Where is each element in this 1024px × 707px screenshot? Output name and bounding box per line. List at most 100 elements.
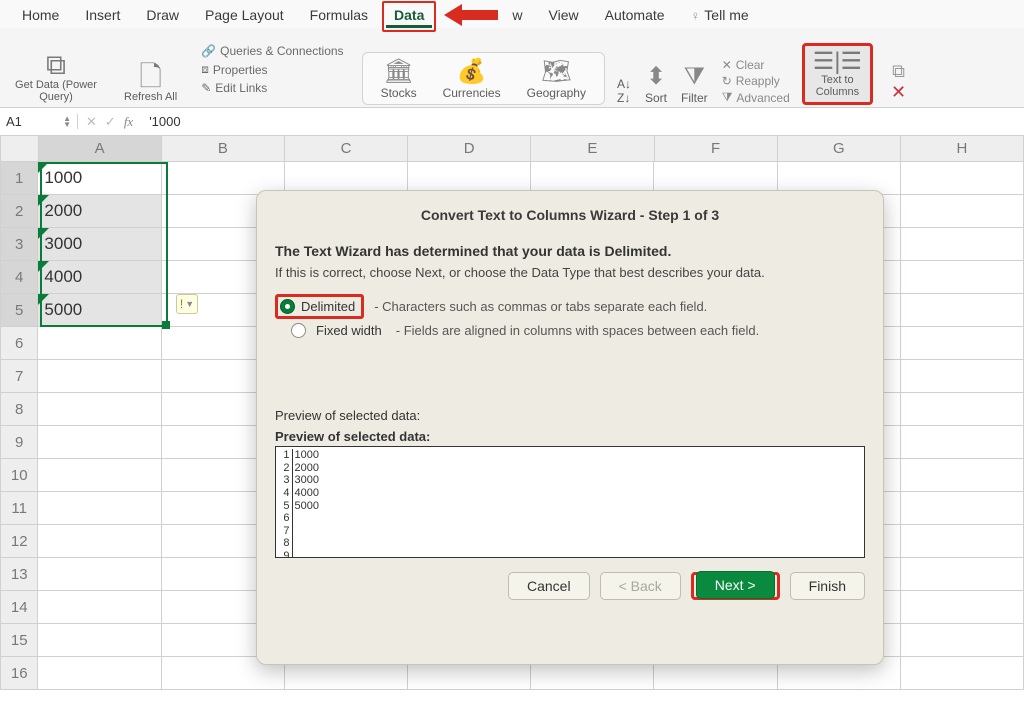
group-data-tools-extra[interactable]: ⧉ ✕: [885, 34, 912, 105]
col-head-F[interactable]: F: [655, 136, 778, 162]
tab-draw[interactable]: Draw: [134, 3, 191, 30]
next-button[interactable]: Next >: [696, 571, 775, 599]
row-head[interactable]: 15: [0, 624, 38, 657]
tab-page-layout[interactable]: Page Layout: [193, 3, 296, 30]
row-head[interactable]: 9: [0, 426, 38, 459]
queries-connections-button[interactable]: 🔗Queries & Connections: [201, 44, 343, 58]
row-head[interactable]: 14: [0, 591, 38, 624]
group-get-data[interactable]: ⧉ Get Data (Power Query): [6, 34, 106, 105]
cell[interactable]: [901, 228, 1024, 261]
cell[interactable]: [38, 360, 161, 393]
group-refresh-all[interactable]: 🗋 Refresh All: [118, 34, 183, 105]
col-head-E[interactable]: E: [531, 136, 654, 162]
cancel-formula-icon[interactable]: ✕: [86, 114, 97, 130]
row-head[interactable]: 13: [0, 558, 38, 591]
col-head-G[interactable]: G: [778, 136, 901, 162]
cell[interactable]: [901, 261, 1024, 294]
cell[interactable]: [901, 657, 1024, 690]
tab-formulas[interactable]: Formulas: [298, 3, 380, 30]
tab-insert[interactable]: Insert: [73, 3, 132, 30]
cell[interactable]: [38, 327, 161, 360]
row-head[interactable]: 16: [0, 657, 38, 690]
filter-button[interactable]: ⧩Filter: [681, 63, 708, 105]
cell[interactable]: [38, 492, 161, 525]
cell[interactable]: [901, 393, 1024, 426]
accept-formula-icon[interactable]: ✓: [105, 114, 116, 130]
row-head[interactable]: 12: [0, 525, 38, 558]
text-to-columns-button[interactable]: ☰|☰ Text to Columns: [809, 48, 866, 100]
radio-delimited-row[interactable]: Delimited - Characters such as commas or…: [275, 294, 865, 319]
radio-fixed-width[interactable]: [291, 323, 306, 338]
formula-input[interactable]: '1000: [141, 114, 1024, 129]
highlight-delimited: Delimited: [275, 294, 364, 319]
preview-box[interactable]: 11000 22000 33000 44000 55000 6 7 8 9: [275, 446, 865, 558]
cell-A3[interactable]: 3000: [38, 228, 161, 261]
cell[interactable]: [38, 624, 161, 657]
select-all-corner[interactable]: [0, 136, 39, 162]
back-button[interactable]: < Back: [600, 572, 681, 600]
cell[interactable]: [901, 459, 1024, 492]
col-head-B[interactable]: B: [162, 136, 285, 162]
cell[interactable]: [38, 459, 161, 492]
clear-filter-button[interactable]: ✕Clear: [722, 58, 790, 72]
cell[interactable]: [38, 426, 161, 459]
row-head[interactable]: 10: [0, 459, 38, 492]
reapply-button[interactable]: ↻Reapply: [722, 74, 790, 88]
sort-az-button[interactable]: A↓Z↓: [617, 77, 631, 105]
cell-A2[interactable]: 2000: [38, 195, 161, 228]
tab-review-obscured[interactable]: w: [500, 3, 534, 30]
col-head-A[interactable]: A: [39, 136, 162, 162]
sort-button[interactable]: ⬍Sort: [645, 62, 667, 105]
cell[interactable]: [38, 657, 161, 690]
row-head[interactable]: 4: [0, 261, 38, 294]
cell[interactable]: [901, 525, 1024, 558]
row-head[interactable]: 2: [0, 195, 38, 228]
cell[interactable]: [901, 294, 1024, 327]
cell[interactable]: [901, 162, 1024, 195]
fx-icon[interactable]: fx: [124, 114, 133, 130]
finish-button[interactable]: Finish: [790, 572, 865, 600]
cell[interactable]: [901, 426, 1024, 459]
cell[interactable]: [38, 525, 161, 558]
row-head[interactable]: 3: [0, 228, 38, 261]
data-type-currencies[interactable]: 💰Currencies: [443, 57, 501, 100]
radio-fixed-row[interactable]: Fixed width - Fields are aligned in colu…: [275, 323, 865, 338]
edit-links-button[interactable]: ✎Edit Links: [201, 81, 267, 95]
row-head[interactable]: 7: [0, 360, 38, 393]
tab-automate[interactable]: Automate: [593, 3, 677, 30]
cancel-button[interactable]: Cancel: [508, 572, 590, 600]
cell-A5[interactable]: 5000: [38, 294, 161, 327]
cell[interactable]: [901, 195, 1024, 228]
row-head[interactable]: 11: [0, 492, 38, 525]
tab-data[interactable]: Data: [386, 5, 432, 28]
col-head-D[interactable]: D: [408, 136, 531, 162]
cell[interactable]: [901, 360, 1024, 393]
properties-button[interactable]: ⧈Properties: [201, 62, 267, 77]
col-head-H[interactable]: H: [901, 136, 1024, 162]
name-box-stepper[interactable]: ▲▼: [63, 116, 71, 128]
radio-delimited[interactable]: [280, 299, 295, 314]
advanced-button[interactable]: ⧩Advanced: [722, 90, 790, 105]
tab-home[interactable]: Home: [10, 3, 71, 30]
name-box[interactable]: A1 ▲▼: [0, 114, 78, 129]
data-type-stocks[interactable]: 🏛Stocks: [381, 57, 417, 100]
cell[interactable]: [901, 624, 1024, 657]
cell[interactable]: [901, 492, 1024, 525]
row-head[interactable]: 8: [0, 393, 38, 426]
cell[interactable]: [901, 558, 1024, 591]
row-head[interactable]: 5: [0, 294, 38, 327]
cell[interactable]: [38, 558, 161, 591]
tab-tell-me[interactable]: ♀Tell me: [679, 3, 761, 30]
data-type-geography[interactable]: 🗺Geography: [527, 57, 586, 100]
tab-view[interactable]: View: [537, 3, 591, 30]
cell[interactable]: [901, 327, 1024, 360]
row-head[interactable]: 1: [0, 162, 38, 195]
cell[interactable]: [38, 393, 161, 426]
row-head[interactable]: 6: [0, 327, 38, 360]
cell[interactable]: [901, 591, 1024, 624]
col-head-C[interactable]: C: [285, 136, 408, 162]
cell[interactable]: [38, 591, 161, 624]
cell-A4[interactable]: 4000: [38, 261, 161, 294]
error-smart-tag[interactable]: !▼: [176, 294, 198, 314]
cell-A1[interactable]: 1000: [38, 162, 161, 195]
